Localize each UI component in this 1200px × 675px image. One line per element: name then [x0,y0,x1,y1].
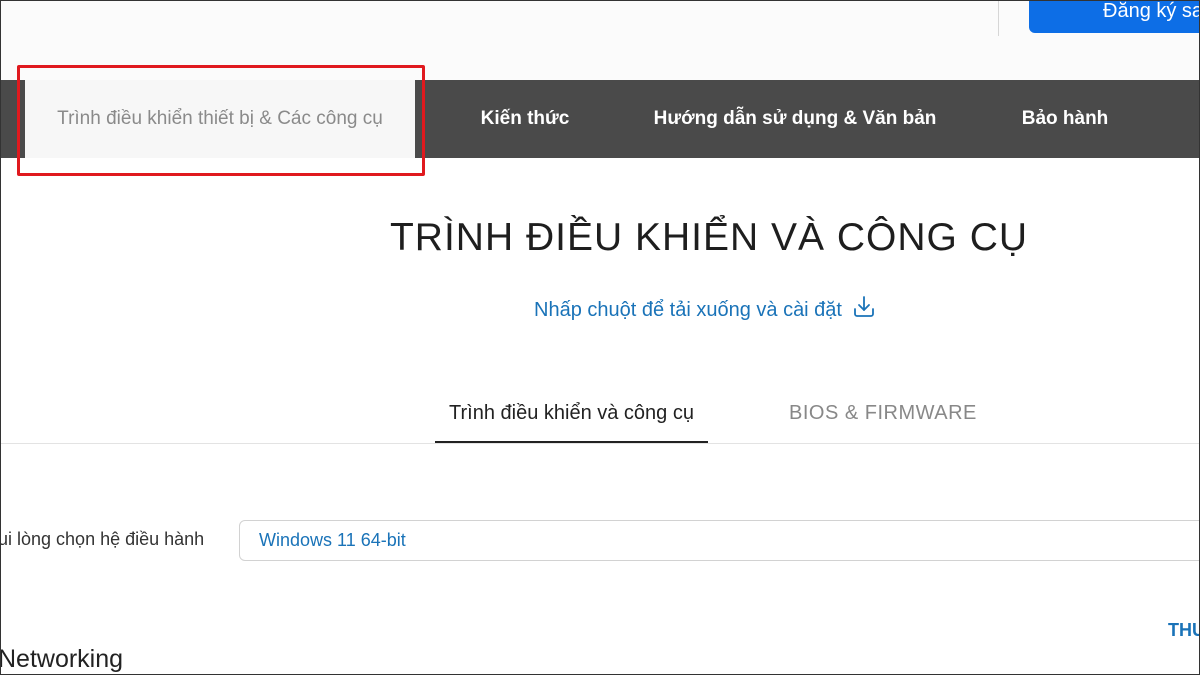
highlight-annotation-box [17,65,425,176]
download-link-label: Nhấp chuột để tải xuống và cài đặt [534,299,842,321]
subtabs-divider [0,443,1200,444]
tab-warranty[interactable]: Bảo hành [1000,80,1130,158]
download-install-link[interactable]: Nhấp chuột để tải xuống và cài đặt [534,295,876,322]
os-select-label: ui lòng chọn hệ điều hành [0,529,205,549]
tab-knowledge[interactable]: Kiến thức [455,80,595,158]
tab-manuals[interactable]: Hướng dẫn sử dụng & Văn bản [650,80,940,158]
collapse-link[interactable]: THU [1168,620,1200,641]
page-title: TRÌNH ĐIỀU KHIỂN VÀ CÔNG CỤ [389,216,1029,259]
subtab-bios-firmware[interactable]: BIOS & FIRMWARE [789,402,977,425]
download-icon [853,296,874,317]
networking-heading: Networking [0,645,124,673]
os-select[interactable]: Windows 11 64-bit [239,520,1200,561]
signup-button[interactable]: Đăng ký sa [1029,0,1200,33]
subtab-drivers-tools[interactable]: Trình điều khiển và công cụ [435,402,708,425]
header-divider [998,0,999,36]
